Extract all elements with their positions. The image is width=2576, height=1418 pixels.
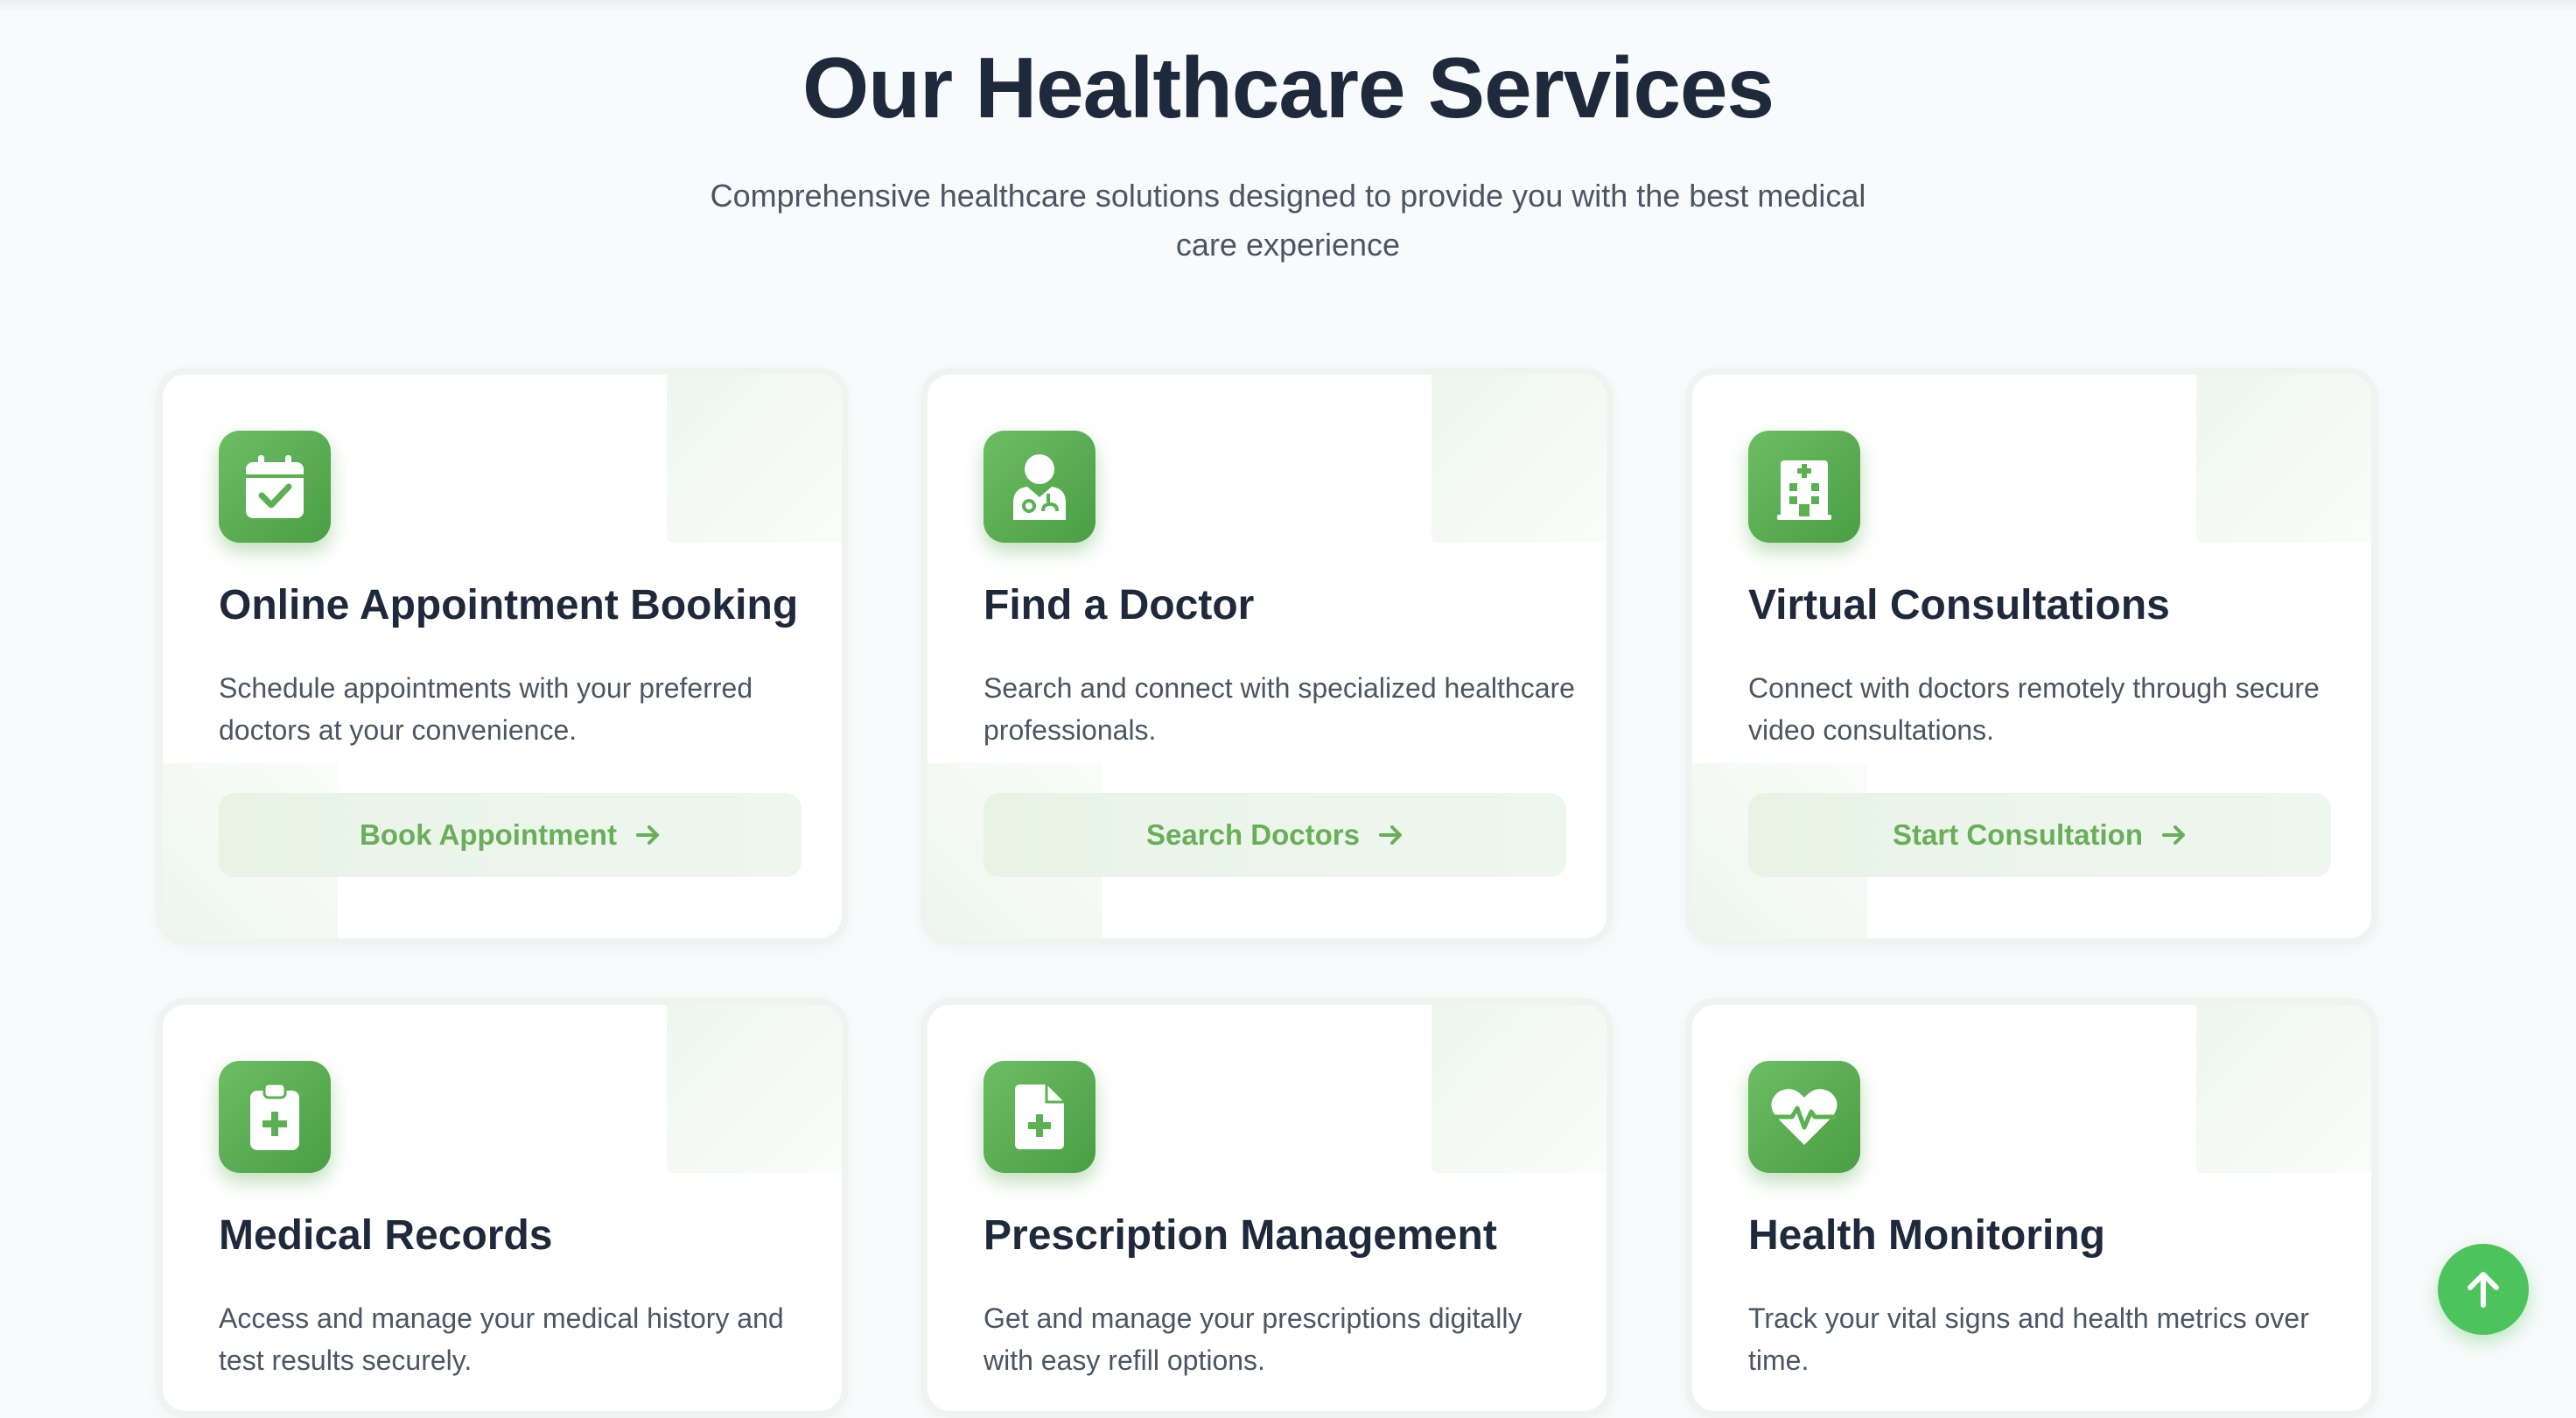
- card-title: Online Appointment Booking: [219, 582, 799, 628]
- button-label: Search Doctors: [1146, 818, 1360, 851]
- card-title: Find a Doctor: [984, 582, 1255, 628]
- card-description: Track your vital signs and health metric…: [1748, 1302, 2309, 1376]
- card-description: Search and connect with specialized heal…: [984, 672, 1575, 746]
- button-label: Start Consultation: [1893, 818, 2143, 851]
- clipboard-medical-icon: [219, 1061, 331, 1173]
- card-decoration: [667, 1005, 842, 1173]
- book-appointment-button[interactable]: Book Appointment: [219, 793, 802, 877]
- heart-pulse-icon: [1748, 1061, 1860, 1173]
- service-card-health-monitoring: Health Monitoring Track your vital signs…: [1685, 998, 2378, 1418]
- doctor-icon: [984, 431, 1096, 543]
- button-label: Book Appointment: [360, 818, 617, 851]
- service-card-prescriptions: Prescription Management Get and manage y…: [920, 998, 1614, 1418]
- service-card-appointment: Online Appointment Booking Schedule appo…: [156, 368, 849, 945]
- card-decoration: [1432, 1005, 1606, 1173]
- card-description: Schedule appointments with your preferre…: [219, 672, 753, 746]
- page-subtitle: Comprehensive healthcare solutions desig…: [710, 178, 1866, 263]
- service-card-medical-records: Medical Records Access and manage your m…: [156, 998, 849, 1418]
- service-card-find-doctor: Find a Doctor Search and connect with sp…: [920, 368, 1614, 945]
- prescription-file-icon: [984, 1061, 1096, 1173]
- start-consultation-button[interactable]: Start Consultation: [1748, 793, 2331, 877]
- arrow-up-icon: [2468, 1272, 2499, 1308]
- card-decoration: [2196, 375, 2371, 543]
- arrow-right-icon: [1378, 825, 1402, 845]
- card-title: Virtual Consultations: [1748, 582, 2170, 628]
- card-title: Medical Records: [219, 1212, 553, 1259]
- arrow-right-icon: [2162, 825, 2185, 845]
- top-shadow: [0, 0, 2576, 12]
- card-title: Prescription Management: [984, 1212, 1497, 1259]
- card-title: Health Monitoring: [1748, 1212, 2105, 1259]
- card-description: Get and manage your prescriptions digita…: [984, 1302, 1522, 1376]
- card-description: Connect with doctors remotely through se…: [1748, 672, 2320, 746]
- scroll-to-top-button[interactable]: [2438, 1244, 2529, 1335]
- card-decoration: [1432, 375, 1606, 543]
- card-decoration: [2196, 1005, 2371, 1173]
- card-description: Access and manage your medical history a…: [219, 1302, 784, 1376]
- calendar-check-icon: [219, 431, 331, 543]
- hospital-icon: [1748, 431, 1860, 543]
- section-header: Our Healthcare Services Comprehensive he…: [0, 35, 2576, 270]
- search-doctors-button[interactable]: Search Doctors: [984, 793, 1566, 877]
- card-decoration: [667, 375, 842, 543]
- arrow-right-icon: [635, 825, 659, 845]
- service-card-virtual-consultation: Virtual Consultations Connect with docto…: [1685, 368, 2378, 945]
- page-title: Our Healthcare Services: [802, 39, 1774, 136]
